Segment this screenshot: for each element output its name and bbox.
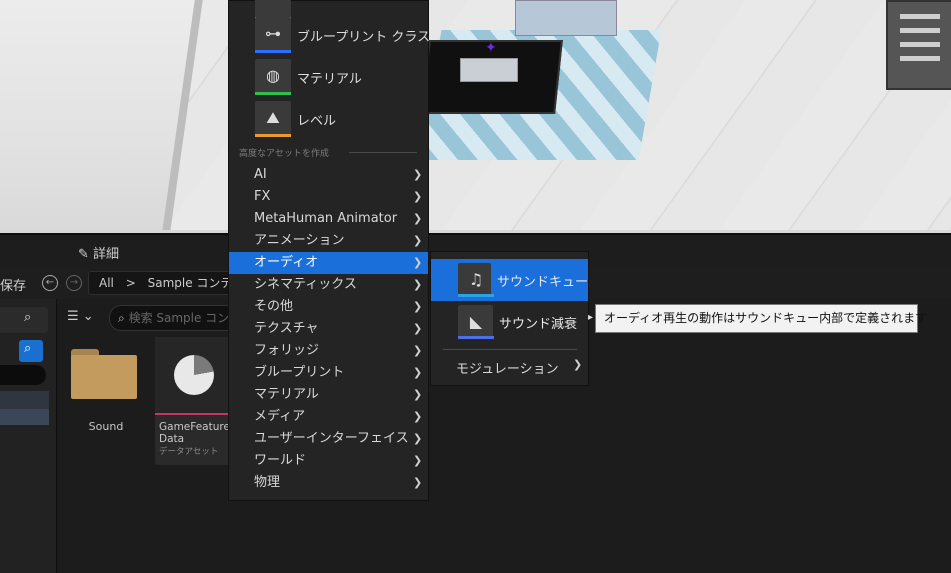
chevron-right-icon: ❯: [413, 344, 423, 357]
folder-tree-item[interactable]: [0, 391, 49, 409]
menu-item-material[interactable]: マテリアル ❯: [229, 384, 428, 406]
asset-tile[interactable]: GameFeature Data データアセット: [155, 337, 231, 465]
cursor-icon: ▸: [588, 312, 594, 323]
search-icon: ⌕: [118, 311, 125, 325]
chevron-right-icon: ❯: [413, 410, 423, 423]
sound-cue-icon: ♫: [458, 263, 494, 297]
menu-level[interactable]: ⛰ レベル: [255, 101, 337, 137]
menu-item-animation[interactable]: アニメーション ❯: [229, 230, 428, 252]
folder-tile[interactable]: [71, 349, 137, 399]
back-button[interactable]: ←: [42, 275, 58, 291]
audio-submenu: ♫ サウンドキュー ◣ サウンド減衰 モジュレーション ❯: [430, 251, 589, 386]
menu-material[interactable]: ◍ マテリアル: [255, 59, 362, 95]
submenu-divider: [443, 349, 577, 350]
sources-panel: ⌕ ⌕: [0, 299, 57, 573]
blueprint-icon: ⊶: [255, 17, 291, 53]
asset-search-placeholder: 検索 Sample コン: [128, 311, 230, 325]
material-icon: ◍: [255, 59, 291, 95]
menu-blueprint-class-label: ブループリント クラス: [297, 29, 431, 45]
pivot-pin-icon: ✦: [485, 40, 497, 56]
menu-item-ai[interactable]: AI ❯: [229, 164, 428, 186]
add-asset-menu: ⊶ ブループリント クラス ◍ マテリアル ⛰ レベル 高度なアセットを作成 A…: [228, 0, 431, 501]
sources-search-field[interactable]: ⌕: [0, 307, 48, 333]
menu-item-physics[interactable]: 物理 ❯: [229, 472, 428, 494]
menu-item-foliage[interactable]: フォリッジ ❯: [229, 340, 428, 362]
menu-item-misc[interactable]: その他 ❯: [229, 296, 428, 318]
menu-item-texture[interactable]: テクスチャ ❯: [229, 318, 428, 340]
menu-item-fx[interactable]: FX ❯: [229, 186, 428, 208]
menu-item-audio[interactable]: オーディオ ❯: [229, 252, 428, 274]
menu-item-user-interface[interactable]: ユーザーインターフェイス ❯: [229, 428, 428, 450]
advanced-section-title: 高度なアセットを作成: [239, 149, 329, 159]
sources-filter-pill[interactable]: [0, 365, 46, 385]
menu-item-media[interactable]: メディア ❯: [229, 406, 428, 428]
table-top-mesh: [460, 58, 518, 82]
chevron-right-icon: ❯: [413, 168, 423, 181]
tooltip: オーディオ再生の動作はサウンドキュー内部で定義されます: [595, 304, 927, 333]
sofa-mesh: [515, 0, 617, 36]
menu-item-cinematics[interactable]: シネマティックス ❯: [229, 274, 428, 296]
submenu-sound-attenuation[interactable]: ◣ サウンド減衰: [431, 301, 588, 343]
breadcrumb-current[interactable]: Sample コンテ: [148, 276, 233, 290]
save-all-button[interactable]: 保存: [0, 275, 26, 294]
submenu-modulation[interactable]: モジュレーション: [456, 358, 559, 377]
search-icon: ⌕: [24, 341, 32, 356]
submenu-sound-cue-label: サウンドキュー: [496, 274, 588, 290]
menu-item-metahuman[interactable]: MetaHuman Animator ❯: [229, 208, 428, 230]
menu-material-label: マテリアル: [297, 71, 362, 87]
menu-item-blueprint[interactable]: ブループリント ❯: [229, 362, 428, 384]
chevron-right-icon: ❯: [413, 366, 423, 379]
chevron-right-icon: ❯: [413, 234, 423, 247]
breadcrumb-root[interactable]: All: [99, 276, 114, 290]
chevron-right-icon: ❯: [413, 256, 423, 269]
menu-item-world[interactable]: ワールド ❯: [229, 450, 428, 472]
tab-details[interactable]: ✎ 詳細: [78, 243, 119, 262]
chevron-right-icon: ❯: [413, 388, 423, 401]
chevron-right-icon: ❯: [413, 278, 423, 291]
folder-tree-item-selected[interactable]: [0, 409, 49, 425]
folder-label: Sound: [88, 420, 124, 433]
pencil-icon: ✎: [78, 247, 89, 262]
tab-details-label: 詳細: [93, 247, 120, 262]
filter-icon[interactable]: ☰ ⌄: [67, 309, 94, 324]
search-toggle-button[interactable]: ⌕: [19, 340, 43, 362]
breadcrumb-separator: >: [125, 276, 136, 290]
level-viewport[interactable]: ✦: [0, 0, 951, 233]
sound-attenuation-icon: ◣: [458, 305, 494, 339]
asset-type: データアセット: [159, 447, 219, 457]
submenu-sound-attenuation-label: サウンド減衰: [499, 316, 578, 332]
chevron-right-icon: ❯: [413, 432, 423, 445]
note-billboard-icon[interactable]: [886, 0, 951, 90]
data-asset-icon: [174, 355, 214, 395]
menu-blueprint-class[interactable]: ⊶ ブループリント クラス: [255, 17, 431, 53]
chevron-right-icon: ❯: [413, 212, 423, 225]
menu-divider: [349, 152, 417, 153]
asset-name: GameFeature Data: [159, 421, 230, 445]
chevron-right-icon: ❯: [413, 454, 423, 467]
asset-search-input[interactable]: ⌕ 検索 Sample コン: [109, 305, 241, 331]
chevron-right-icon: ❯: [413, 476, 423, 489]
level-icon: ⛰: [255, 101, 291, 137]
submenu-sound-cue[interactable]: ♫ サウンドキュー: [431, 259, 588, 301]
breadcrumb: All > Sample コンテ: [88, 271, 250, 295]
chevron-right-icon: ❯: [413, 300, 423, 313]
forward-button[interactable]: →: [66, 275, 82, 291]
chevron-right-icon: ❯: [573, 358, 583, 371]
search-icon: ⌕: [24, 310, 32, 325]
chevron-right-icon: ❯: [413, 322, 423, 335]
chevron-right-icon: ❯: [413, 190, 423, 203]
menu-level-label: レベル: [297, 113, 337, 129]
